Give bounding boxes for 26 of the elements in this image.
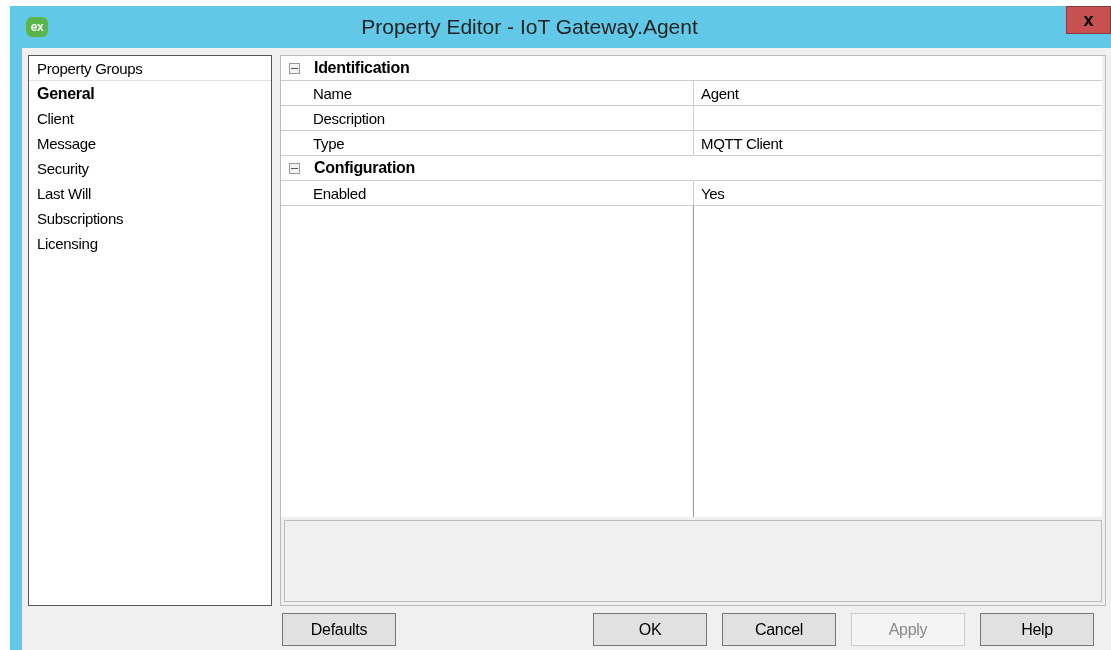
group-item[interactable]: Message (29, 131, 271, 156)
dialog-button[interactable]: Cancel (722, 613, 836, 646)
property-value[interactable]: Agent (694, 81, 1102, 105)
group-item[interactable]: Subscriptions (29, 206, 271, 231)
property-name: Enabled (313, 181, 694, 205)
window-title: Property Editor - IoT Gateway.Agent (361, 15, 698, 39)
category-label: Configuration (314, 159, 415, 177)
close-button[interactable]: x (1066, 6, 1111, 34)
group-item[interactable]: Security (29, 156, 271, 181)
list-header: Property Groups (29, 56, 271, 81)
property-value[interactable]: MQTT Client (694, 131, 1102, 155)
property-name: Type (313, 131, 694, 155)
dialog-button[interactable]: OK (593, 613, 707, 646)
category-label: Identification (314, 59, 410, 77)
group-item[interactable]: Client (29, 106, 271, 131)
app-logo-icon: ex (26, 17, 48, 37)
property-name: Description (313, 106, 694, 130)
dialog-button[interactable]: Help (980, 613, 1094, 646)
group-item[interactable]: Last Will (29, 181, 271, 206)
group-item[interactable]: General (29, 81, 271, 106)
collapse-icon[interactable] (289, 62, 300, 74)
property-name: Name (313, 81, 694, 105)
collapse-icon[interactable] (289, 162, 300, 174)
group-item[interactable]: Licensing (29, 231, 271, 256)
property-value[interactable]: Yes (694, 181, 1102, 205)
dialog-button[interactable]: Defaults (282, 613, 396, 646)
